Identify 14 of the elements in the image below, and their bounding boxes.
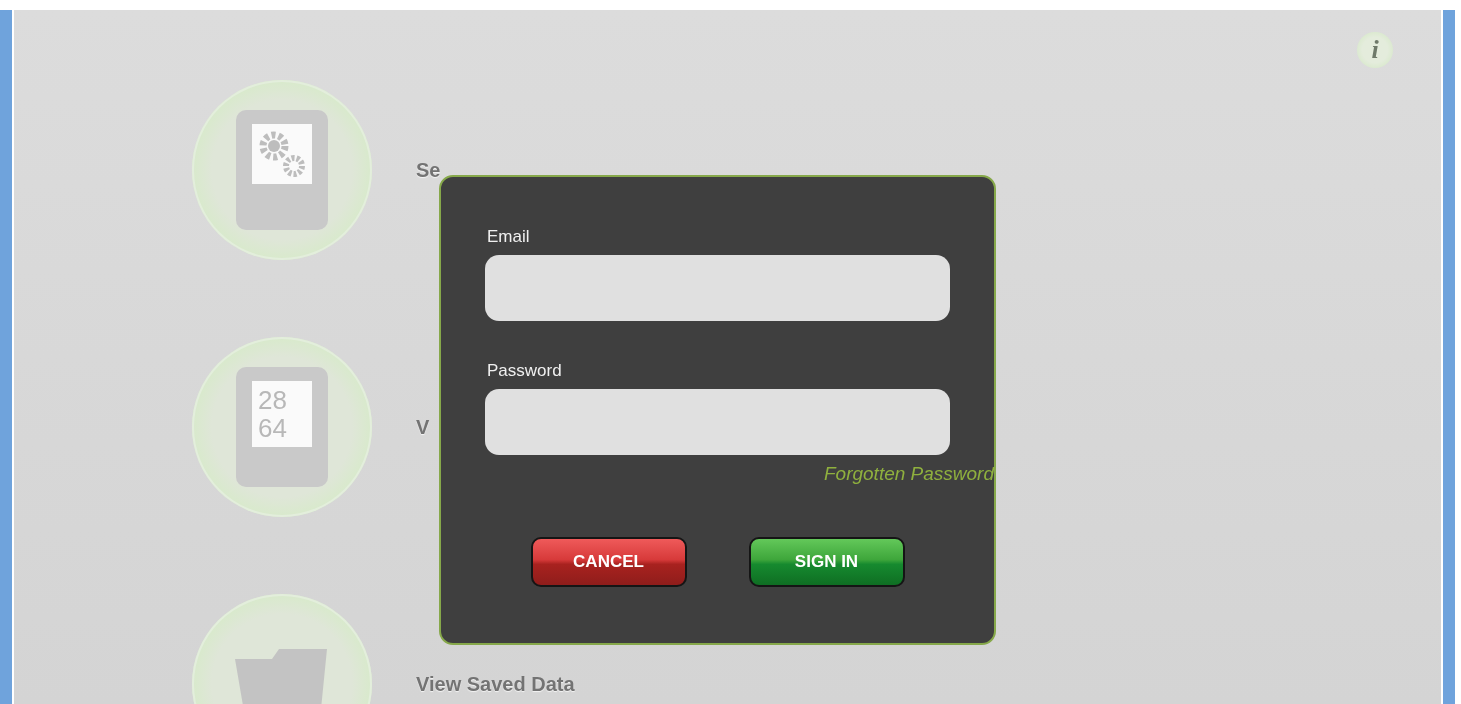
sign-in-button[interactable]: SIGN IN (748, 537, 905, 587)
info-icon[interactable]: i (1357, 32, 1393, 68)
device-display-icon: 28 64 (236, 367, 328, 487)
menu-icon-circle[interactable]: 28 64 (192, 337, 372, 517)
cancel-button[interactable]: CANCEL (530, 537, 687, 587)
device-gears-icon (236, 110, 328, 230)
menu-label[interactable]: Se (416, 158, 441, 182)
email-field[interactable] (485, 255, 950, 321)
field-label: Password (487, 361, 563, 381)
password-field[interactable] (485, 389, 950, 455)
menu-label[interactable]: V (416, 415, 430, 439)
menu-label[interactable]: View Saved Data (416, 672, 575, 696)
forgotten-password-link[interactable]: Forgotten Password (823, 463, 994, 485)
field-label: Email (487, 227, 531, 247)
